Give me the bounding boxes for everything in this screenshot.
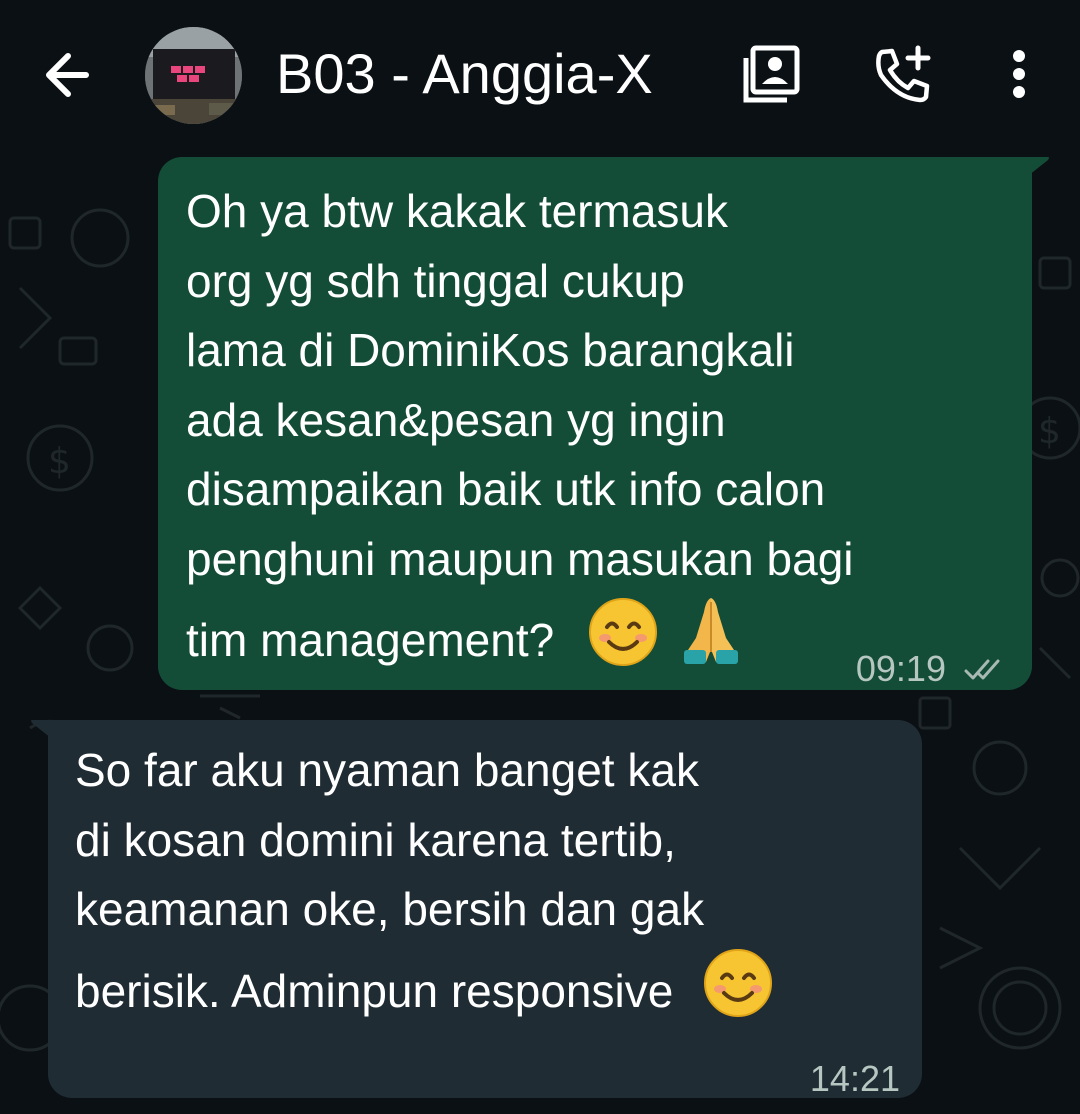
svg-text:$: $ xyxy=(48,441,71,482)
outgoing-message-bubble[interactable]: Oh ya btw kakak termasuk org yg sdh ting… xyxy=(158,157,1049,690)
message-line: ada kesan&pesan yg ingin xyxy=(186,393,726,446)
message-line: lama di DominiKos barangkali xyxy=(186,324,795,376)
message-line: keamanan oke, bersih dan gak xyxy=(75,883,705,935)
add-call-icon xyxy=(876,45,931,103)
more-options-button[interactable] xyxy=(1005,50,1033,105)
svg-text:$: $ xyxy=(1038,411,1061,452)
message-text: Oh ya btw kakak termasuk org yg sdh ting… xyxy=(186,177,854,676)
add-call-button[interactable] xyxy=(872,44,934,111)
contact-card-icon xyxy=(743,45,800,103)
back-button[interactable] xyxy=(38,44,96,106)
avatar-image xyxy=(145,27,242,124)
bubble-tail xyxy=(31,720,56,742)
avatar[interactable] xyxy=(145,27,242,124)
message-line-text: berisik. Adminpun responsive xyxy=(75,964,674,1017)
read-double-check-icon xyxy=(964,659,1000,680)
message-meta: 09:19 xyxy=(856,634,1008,704)
message-line-last: berisik. Adminpun responsive xyxy=(75,945,776,1027)
message-line: penghuni maupun masukan bagi xyxy=(186,532,854,585)
message-line: disampaikan baik utk info calon xyxy=(186,463,826,515)
chat-header: B03 - Anggia-X xyxy=(0,0,1080,148)
message-line: So far aku nyaman banget kak xyxy=(75,744,699,796)
message-time: 14:21 xyxy=(809,1058,900,1099)
bubble-tail xyxy=(1024,157,1049,179)
message-line-text: tim management? xyxy=(186,614,555,666)
message-line: di kosan domini karena tertib, xyxy=(75,813,676,866)
message-line: Oh ya btw kakak termasuk xyxy=(186,185,728,237)
message-line-last: tim management? xyxy=(186,594,854,676)
contact-card-button[interactable] xyxy=(743,44,803,109)
smiling-face-emoji xyxy=(588,598,657,666)
message-time: 09:19 xyxy=(855,648,946,689)
message-line: org yg sdh tinggal cukup xyxy=(186,254,685,307)
more-vert-icon xyxy=(1013,50,1025,98)
folded-hands-emoji xyxy=(683,598,738,664)
message-text: So far aku nyaman banget kak di kosan do… xyxy=(75,736,776,1026)
back-arrow-icon xyxy=(46,53,89,97)
smiling-face-emoji xyxy=(704,948,773,1017)
chat-title[interactable]: B03 - Anggia-X xyxy=(276,40,653,108)
incoming-message-bubble[interactable]: So far aku nyaman banget kak di kosan do… xyxy=(31,720,922,1099)
